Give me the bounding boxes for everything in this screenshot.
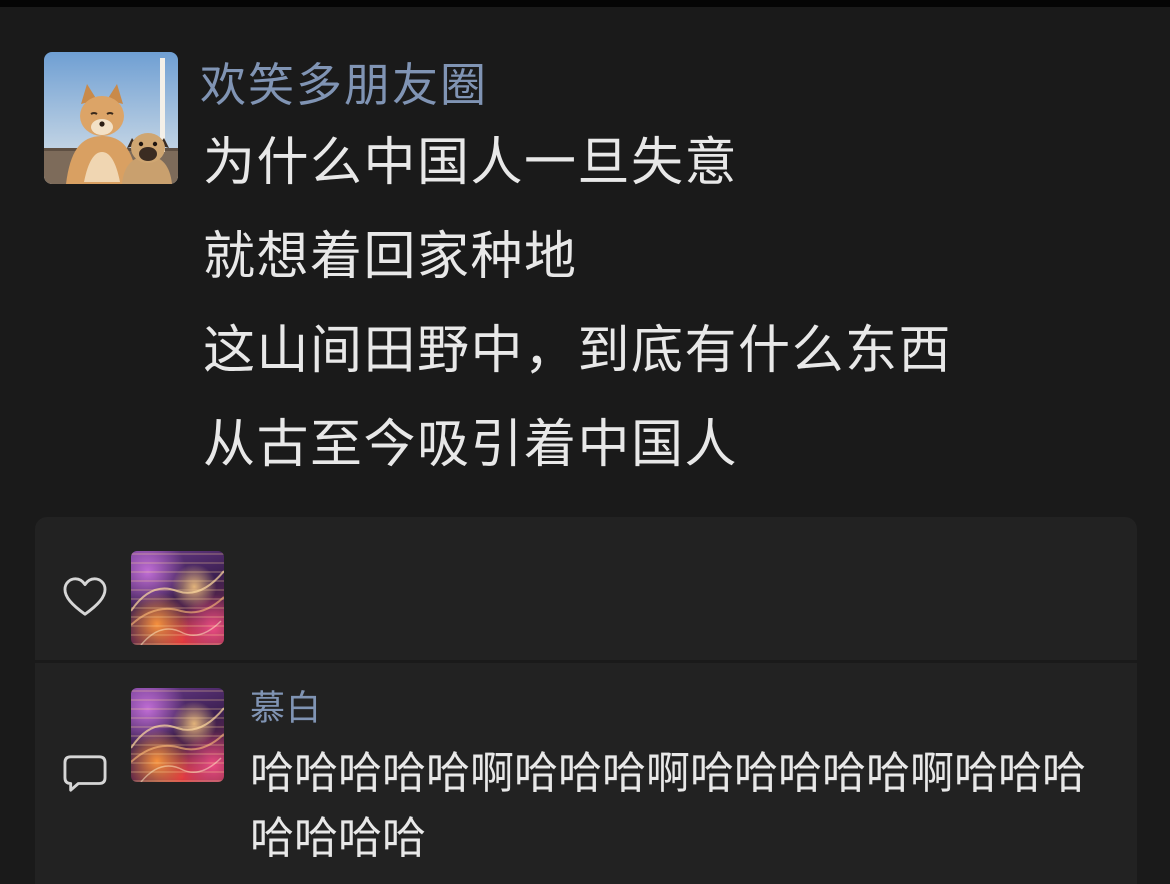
author-name[interactable]: 欢笑多朋友圈 xyxy=(200,60,488,110)
post-text-line-4: 从古至今吸引着中国人 xyxy=(203,416,739,474)
post-text-line-2: 就想着回家种地 xyxy=(203,228,578,286)
liker-avatar-image xyxy=(131,570,224,645)
comment-author[interactable]: 慕白 xyxy=(250,687,322,731)
interaction-panel: 慕白 哈哈哈哈哈啊哈哈哈啊哈哈哈哈哈啊哈哈哈哈哈哈哈 xyxy=(35,517,1137,884)
author-avatar-image xyxy=(44,52,178,184)
comment-text: 哈哈哈哈哈啊哈哈哈啊哈哈哈哈哈啊哈哈哈哈哈哈哈 xyxy=(250,749,1086,863)
post-text-line-1: 为什么中国人一旦失意 xyxy=(203,134,739,192)
comment-icon-graphic xyxy=(63,755,107,792)
heart-icon-graphic xyxy=(63,577,107,616)
liker-avatar[interactable] xyxy=(131,551,224,645)
comment-icon xyxy=(62,752,108,794)
comment-row[interactable]: 慕白 哈哈哈哈哈啊哈哈哈啊哈哈哈哈哈啊哈哈哈哈哈哈哈 xyxy=(35,663,1137,884)
post-text-line-3: 这山间田野中，到底有什么东西 xyxy=(203,322,953,380)
author-avatar[interactable] xyxy=(44,52,178,184)
moments-post: 欢笑多朋友圈 为什么中国人一旦失意 就想着回家种地 这山间田野中，到底有什么东西… xyxy=(0,0,1170,884)
post-text: 为什么中国人一旦失意 就想着回家种地 这山间田野中，到底有什么东西 从古至今吸引… xyxy=(203,116,952,492)
commenter-avatar-image xyxy=(131,707,224,782)
likes-row xyxy=(35,517,1137,660)
commenter-avatar[interactable] xyxy=(131,688,224,782)
top-edge xyxy=(0,0,1170,7)
heart-icon xyxy=(62,576,108,618)
